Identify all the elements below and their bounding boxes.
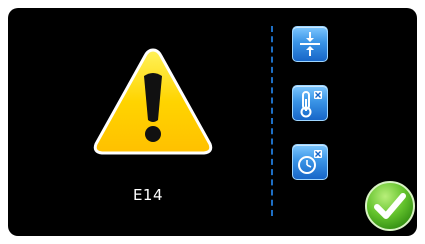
confirm-button[interactable] bbox=[364, 180, 416, 232]
checkmark-icon bbox=[365, 181, 415, 231]
thermometer-icon bbox=[300, 91, 322, 118]
warning-triangle-icon bbox=[92, 46, 214, 158]
divider bbox=[271, 26, 273, 216]
error-code-label: E14 bbox=[132, 186, 164, 204]
clock-icon bbox=[298, 150, 322, 174]
vertical-level-icon bbox=[300, 32, 320, 56]
level-adjust-button[interactable] bbox=[292, 26, 328, 62]
temperature-button[interactable] bbox=[292, 85, 328, 121]
device-screen: E14 bbox=[0, 0, 425, 244]
timer-button[interactable] bbox=[292, 144, 328, 180]
